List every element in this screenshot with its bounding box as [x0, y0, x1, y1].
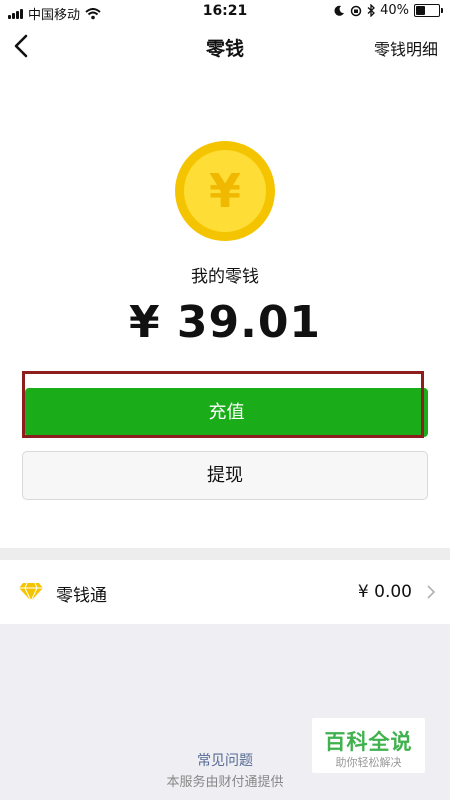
chevron-left-icon	[14, 34, 28, 58]
provider-note: 本服务由财付通提供	[166, 775, 284, 790]
orientation-lock-icon	[350, 5, 362, 16]
status-right: 40%	[333, 3, 443, 18]
diamond-icon	[19, 582, 43, 602]
balance-amount: ¥ 39.01	[128, 297, 322, 348]
nav-bar: 零钱 零钱明细	[0, 24, 450, 68]
watermark-logo: 百科全说 助你轻松解决	[312, 718, 425, 773]
status-bar: 中国移动 16:21 40%	[0, 0, 450, 24]
chevron-right-icon	[427, 585, 436, 599]
watermark-subtitle: 助你轻松解决	[335, 756, 402, 769]
coin-yen-symbol: ¥	[208, 164, 241, 218]
watermark-title: 百科全说	[324, 730, 413, 754]
balance-label: 我的零钱	[191, 267, 259, 287]
moon-icon	[334, 5, 345, 16]
battery-percent: 40%	[380, 3, 409, 18]
balance-details-link[interactable]: 零钱明细	[374, 36, 438, 60]
battery-icon	[414, 4, 443, 17]
withdraw-button[interactable]: 提现	[22, 451, 428, 500]
coin-icon: ¥	[175, 141, 275, 241]
section-divider	[0, 548, 450, 560]
lingqiantong-label: 零钱通	[56, 586, 107, 606]
highlight-box	[22, 371, 424, 438]
lingqiantong-value: ¥ 0.00	[357, 582, 412, 602]
back-button[interactable]	[8, 31, 38, 61]
bluetooth-icon	[367, 4, 376, 17]
lingqiantong-row[interactable]: 零钱通 ¥ 0.00	[0, 560, 450, 624]
